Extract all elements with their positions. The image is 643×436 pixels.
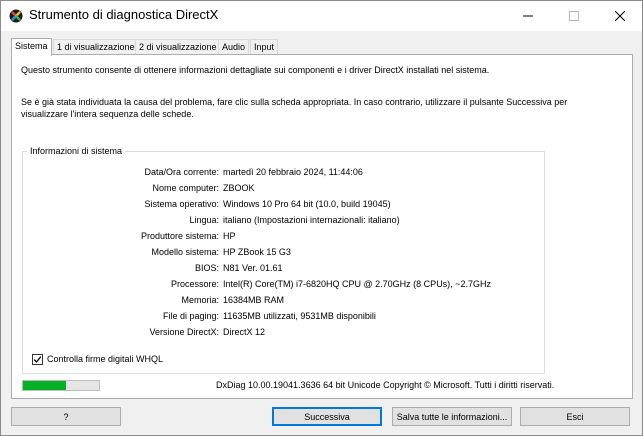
info-value: 11635MB utilizzati, 9531MB disponibili xyxy=(223,311,376,321)
info-value: italiano (Impostazioni internazionali: i… xyxy=(223,215,400,225)
close-button[interactable] xyxy=(597,1,643,31)
info-row-computer-name: Nome computer: ZBOOK xyxy=(23,183,543,195)
info-row-processor: Processore: Intel(R) Core(TM) i7-6820HQ … xyxy=(23,279,543,291)
whql-label: Controlla firme digitali WHQL xyxy=(47,354,164,364)
system-info-group: Informazioni di sistema Data/Ora corrent… xyxy=(22,146,545,374)
progress-bar xyxy=(22,380,100,391)
info-label: Sistema operativo: xyxy=(144,199,219,209)
info-label: Data/Ora corrente: xyxy=(144,167,219,177)
info-value: Windows 10 Pro 64 bit (10.0, build 19045… xyxy=(223,199,391,209)
tab-sistema[interactable]: Sistema xyxy=(11,38,52,56)
info-label: Nome computer: xyxy=(152,183,219,193)
info-row-model: Modello sistema: HP ZBook 15 G3 xyxy=(23,247,543,259)
info-row-manufacturer: Produttore sistema: HP xyxy=(23,231,543,243)
info-label: Produttore sistema: xyxy=(140,231,219,241)
maximize-button[interactable] xyxy=(551,1,597,31)
info-row-datetime: Data/Ora corrente: martedì 20 febbraio 2… xyxy=(23,167,543,179)
intro-text: Questo strumento consente di ottenere in… xyxy=(21,65,490,75)
info-label: Modello sistema: xyxy=(151,247,219,257)
whql-checkbox[interactable]: Controlla firme digitali WHQL xyxy=(32,353,163,365)
info-row-language: Lingua: italiano (Impostazioni internazi… xyxy=(23,215,543,227)
tab-audio[interactable]: Audio xyxy=(218,39,250,55)
tab-display-1[interactable]: 1 di visualizzazione xyxy=(53,39,139,55)
info-row-paging-file: File di paging: 11635MB utilizzati, 9531… xyxy=(23,311,543,323)
info-label: Processore: xyxy=(170,279,219,289)
info-label: Lingua: xyxy=(189,215,219,225)
info-value: 16384MB RAM xyxy=(223,295,285,305)
info-value: N81 Ver. 01.61 xyxy=(223,263,283,273)
checkmark-icon xyxy=(33,355,42,363)
info-row-os: Sistema operativo: Windows 10 Pro 64 bit… xyxy=(23,199,543,211)
next-button[interactable]: Successiva xyxy=(272,407,382,426)
info-row-bios: BIOS: N81 Ver. 01.61 xyxy=(23,263,543,275)
info-row-directx-version: Versione DirectX: DirectX 12 xyxy=(23,327,543,339)
progress-fill xyxy=(23,381,67,390)
maximize-icon xyxy=(569,11,579,21)
info-value: ZBOOK xyxy=(223,183,255,193)
info-value: martedì 20 febbraio 2024, 11:44:06 xyxy=(223,167,363,177)
close-icon xyxy=(615,11,625,21)
version-copyright: DxDiag 10.00.19041.3636 64 bit Unicode C… xyxy=(216,380,555,390)
dxdiag-window: Strumento di diagnostica DirectX Sistema… xyxy=(0,0,643,436)
tab-display-2[interactable]: 2 di visualizzazione xyxy=(135,39,221,55)
checkbox-box[interactable] xyxy=(32,353,43,365)
system-tab-panel: Questo strumento consente di ottenere in… xyxy=(11,54,633,399)
help-button[interactable]: ? xyxy=(11,407,121,426)
info-value: Intel(R) Core(TM) i7-6820HQ CPU @ 2.70GH… xyxy=(223,279,491,289)
info-value: DirectX 12 xyxy=(223,327,266,337)
minimize-button[interactable] xyxy=(505,1,551,31)
info-label: BIOS: xyxy=(194,263,219,273)
info-row-memory: Memoria: 16384MB RAM xyxy=(23,295,543,307)
title-bar[interactable]: Strumento di diagnostica DirectX xyxy=(1,1,642,31)
info-label: File di paging: xyxy=(162,311,219,321)
directx-icon xyxy=(9,9,23,23)
save-all-button[interactable]: Salva tutte le informazioni... xyxy=(392,407,512,426)
tab-input[interactable]: Input xyxy=(250,39,279,55)
info-label: Versione DirectX: xyxy=(149,327,219,337)
intro-instructions: Se è già stata individuata la causa del … xyxy=(21,97,568,119)
info-value: HP xyxy=(223,231,236,241)
window-title: Strumento di diagnostica DirectX xyxy=(29,7,219,22)
group-title: Informazioni di sistema xyxy=(27,146,126,156)
info-label: Memoria: xyxy=(181,295,219,305)
info-value: HP ZBook 15 G3 xyxy=(223,247,291,257)
minimize-icon xyxy=(523,15,533,17)
exit-button[interactable]: Esci xyxy=(520,407,630,426)
